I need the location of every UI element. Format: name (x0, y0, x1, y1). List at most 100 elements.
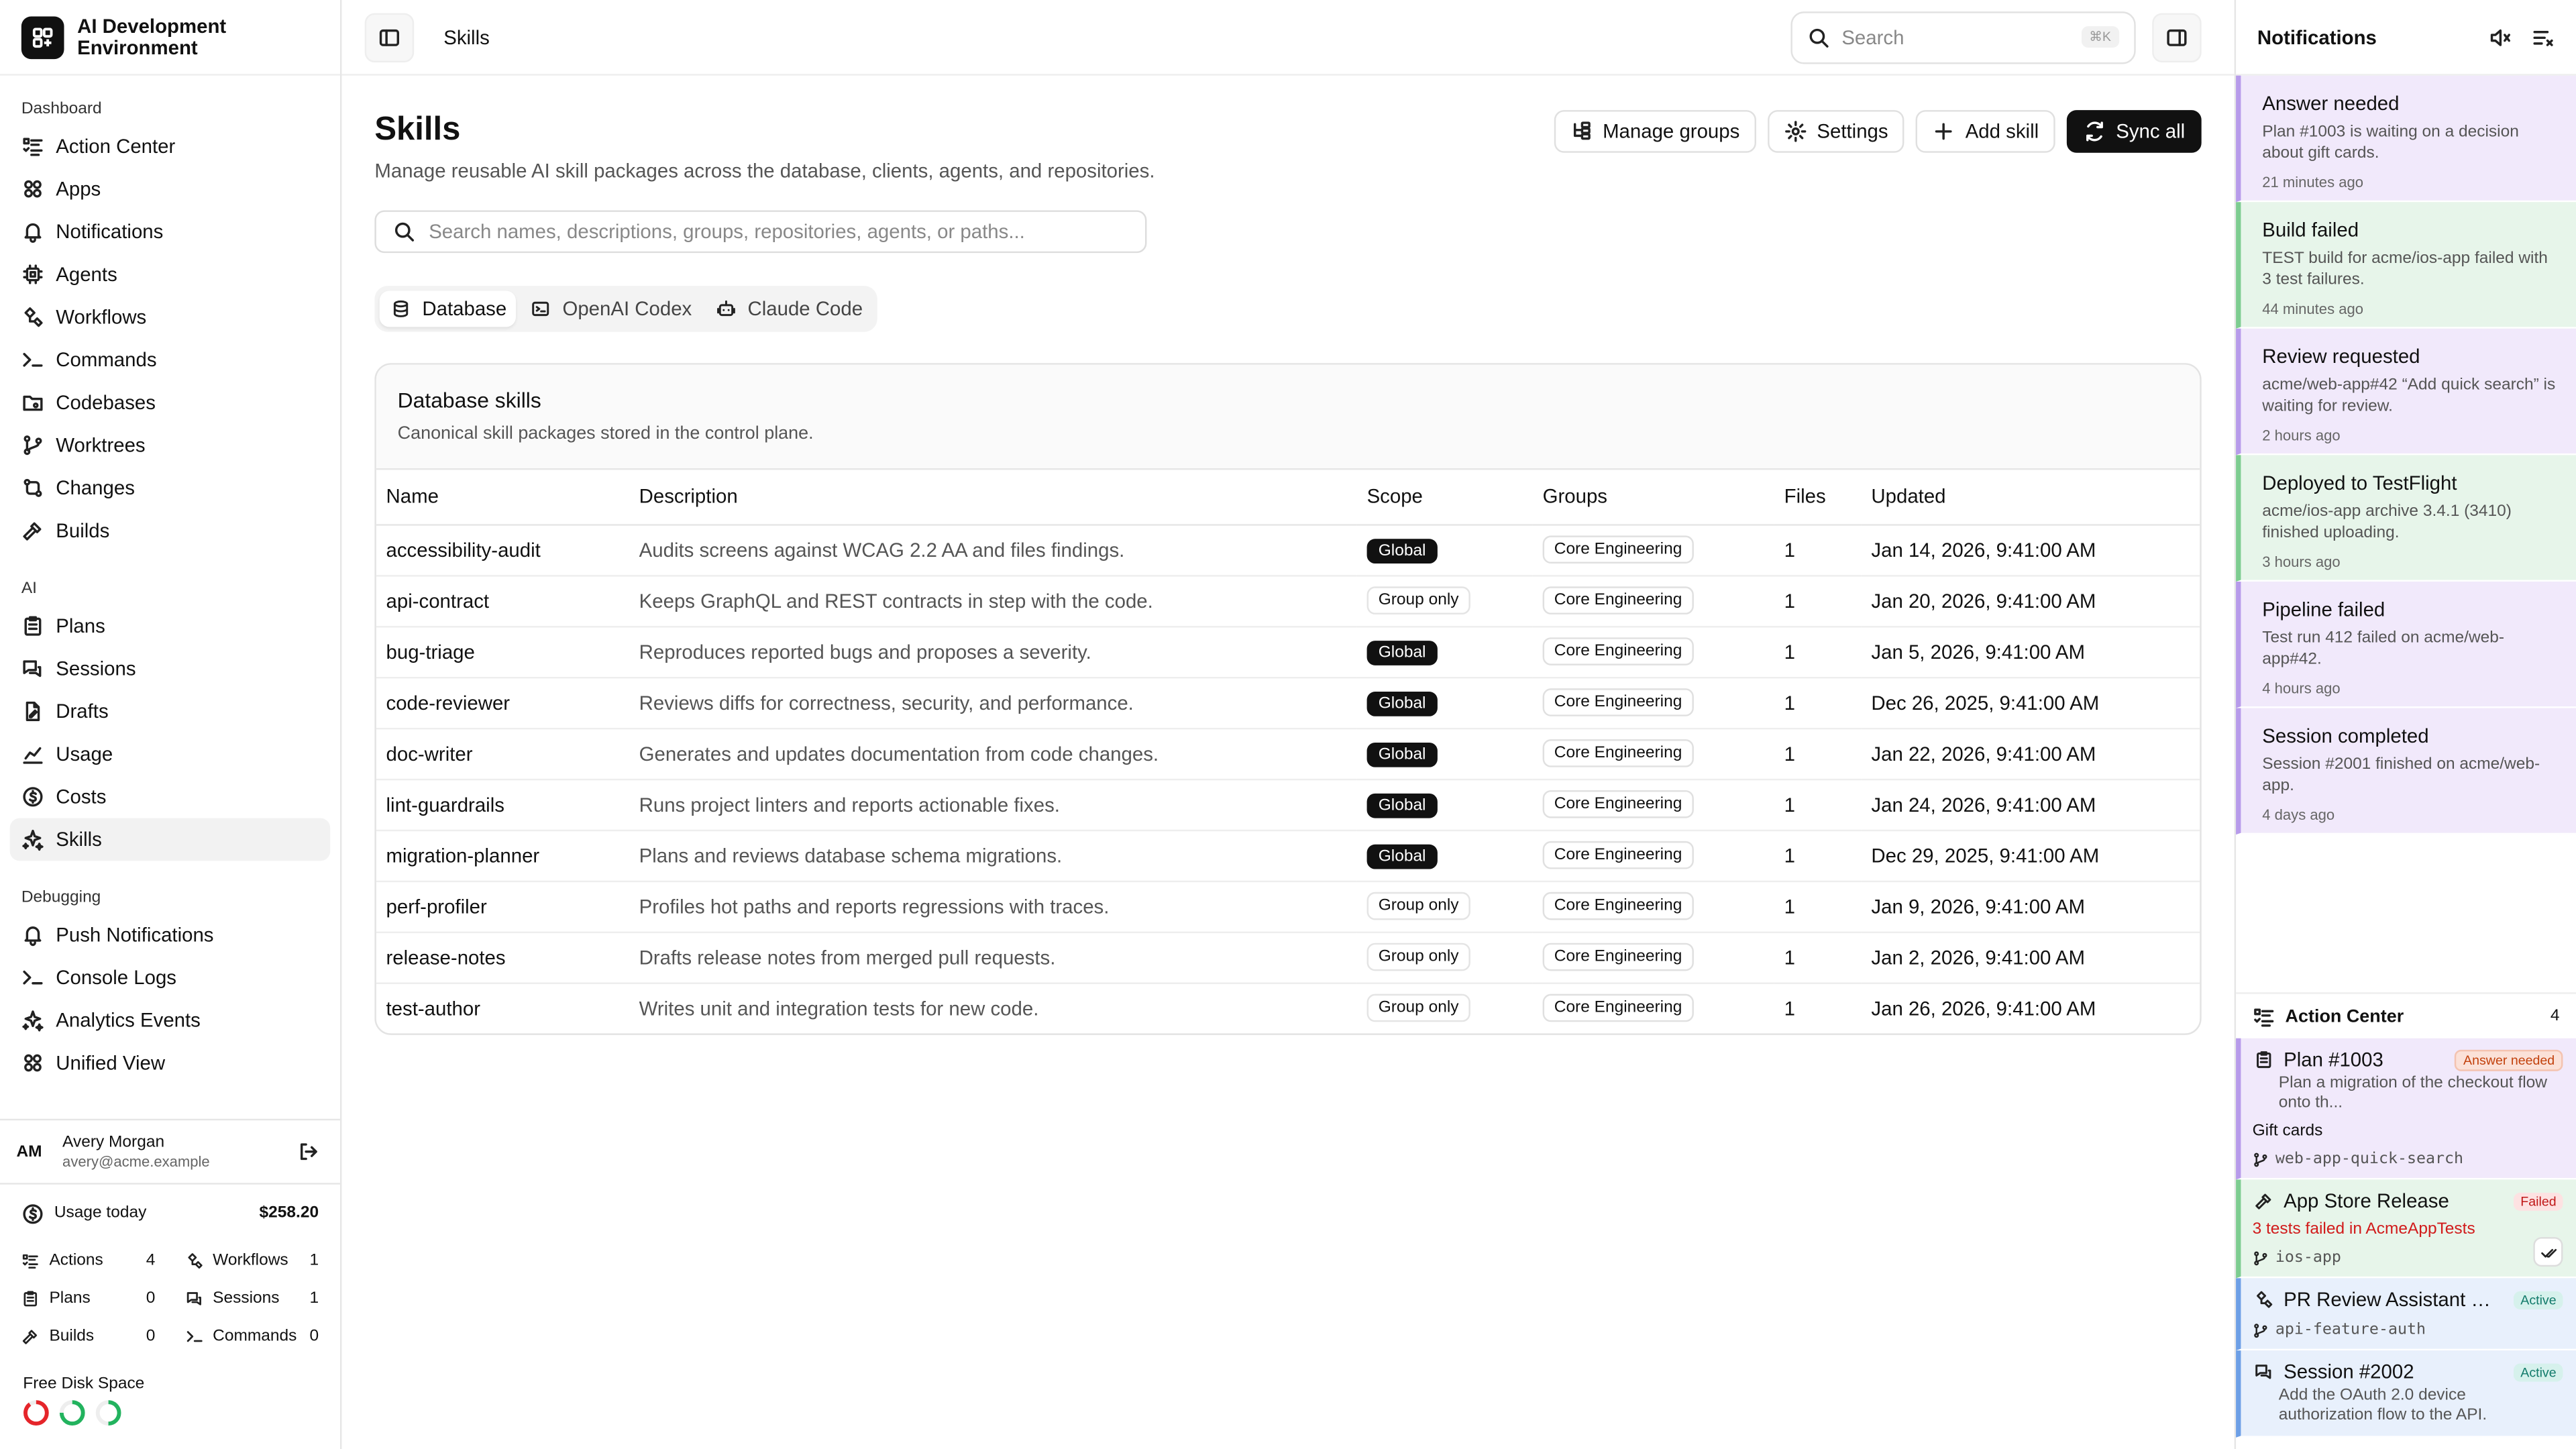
nav-group-dashboard: Dashboard Action Center Apps Notifications A… (0, 92, 340, 552)
skill-name[interactable]: bug-triage (376, 626, 629, 678)
sidebar-item-builds[interactable]: Builds (10, 509, 331, 552)
notifications-header: Notifications (2236, 0, 2576, 76)
table-row[interactable]: lint-guardrails Runs project linters and … (376, 778, 2200, 830)
bell-icon (21, 923, 44, 947)
sidebar-item-analytics-events[interactable]: Analytics Events (10, 999, 331, 1042)
sidebar-item-workflows[interactable]: Workflows (10, 296, 331, 339)
sidebar-item-skills[interactable]: Skills (9, 818, 331, 861)
stat-actions[interactable]: Actions 4 (21, 1242, 156, 1279)
skill-name[interactable]: code-reviewer (376, 676, 629, 729)
notification-item[interactable]: Review requested acme/web-app#42 “Add qui… (2236, 328, 2576, 455)
column-header-name[interactable]: Name (376, 470, 629, 525)
sidebar-item-plans[interactable]: Plans (10, 604, 331, 647)
settings-button[interactable]: Settings (1767, 110, 1905, 153)
skill-name[interactable]: doc-writer (376, 727, 629, 780)
notification-item[interactable]: Session completed Session #2001 finished … (2236, 708, 2576, 835)
workflow-icon (2253, 1288, 2275, 1311)
skill-description: Keeps GraphQL and REST contracts in step… (629, 575, 1357, 627)
sidebar-item-codebases[interactable]: Codebases (10, 381, 331, 424)
table-row[interactable]: release-notes Drafts release notes from m… (376, 931, 2200, 983)
clear-all-icon[interactable] (2532, 25, 2555, 48)
sidebar-item-apps[interactable]: Apps (10, 168, 331, 211)
stat-builds[interactable]: Builds 0 (21, 1318, 156, 1355)
skill-name[interactable]: lint-guardrails (376, 778, 629, 830)
table-row[interactable]: api-contract Keeps GraphQL and REST contr… (376, 575, 2200, 627)
notification-time: 4 days ago (2262, 806, 2335, 823)
sidebar-item-notifications[interactable]: Notifications (10, 210, 331, 253)
sparkles-icon (21, 828, 44, 851)
stat-commands[interactable]: Commands 0 (185, 1318, 319, 1355)
manage-groups-button[interactable]: Manage groups (1553, 110, 1756, 153)
table-row[interactable]: perf-profiler Profiles hot paths and repo… (376, 880, 2200, 932)
sidebar-item-sessions[interactable]: Sessions (10, 647, 331, 690)
toggle-sidebar-button[interactable] (364, 12, 415, 62)
stat-sessions[interactable]: Sessions 1 (185, 1280, 319, 1318)
group-badge: Core Engineering (1542, 841, 1694, 869)
sidebar-item-console-logs[interactable]: Console Logs (10, 956, 331, 999)
branch-name: ios-app (2275, 1248, 2341, 1267)
tab-database[interactable]: Database (379, 290, 517, 327)
notification-item[interactable]: Deployed to TestFlight acme/ios-app archi… (2236, 455, 2576, 582)
skill-files: 1 (1774, 524, 1862, 576)
skill-name[interactable]: perf-profiler (376, 880, 629, 932)
breadcrumb[interactable]: Skills (443, 25, 490, 48)
skill-groups-cell: Core Engineering (1532, 931, 1774, 983)
sidebar-item-agents[interactable]: Agents (10, 253, 331, 296)
skill-name[interactable]: accessibility-audit (376, 524, 629, 576)
table-row[interactable]: bug-triage Reproduces reported bugs and p… (376, 626, 2200, 678)
sidebar-item-commands[interactable]: Commands (10, 338, 331, 381)
stat-plans[interactable]: Plans 0 (21, 1280, 156, 1318)
mute-icon[interactable] (2489, 25, 2512, 48)
skill-name[interactable]: api-contract (376, 575, 629, 627)
table-row[interactable]: migration-planner Plans and reviews datab… (376, 829, 2200, 881)
sidebar-item-usage[interactable]: Usage (10, 733, 331, 775)
column-header-groups[interactable]: Groups (1532, 470, 1774, 525)
column-header-scope[interactable]: Scope (1356, 470, 1533, 525)
skill-description: Reproduces reported bugs and proposes a … (629, 626, 1357, 678)
skill-name[interactable]: test-author (376, 983, 629, 1034)
clipboard-icon (21, 1289, 40, 1307)
sidebar-item-worktrees[interactable]: Worktrees (10, 424, 331, 467)
sidebar-item-push-notifications[interactable]: Push Notifications (10, 914, 331, 957)
tab-openai-codex[interactable]: OpenAI Codex (520, 290, 702, 327)
table-row[interactable]: code-reviewer Reviews diffs for correctne… (376, 676, 2200, 729)
action-item[interactable]: Plan #1003 Answer needed Plan a migration … (2236, 1038, 2576, 1180)
stat-workflows[interactable]: Workflows 1 (185, 1242, 319, 1279)
table-row[interactable]: test-author Writes unit and integration t… (376, 983, 2200, 1034)
sync-all-button[interactable]: Sync all (2066, 110, 2202, 153)
notification-item[interactable]: Pipeline failed Test run 412 failed on ac… (2236, 581, 2576, 708)
action-center-header[interactable]: Action Center 4 (2236, 992, 2576, 1038)
skills-filter-input[interactable]: Search names, descriptions, groups, repo… (374, 210, 1147, 254)
sidebar-item-unified-view[interactable]: Unified View (10, 1042, 331, 1085)
messages-icon (185, 1289, 203, 1307)
skill-updated: Jan 2, 2026, 9:41:00 AM (1861, 931, 2200, 983)
logout-icon[interactable] (297, 1140, 320, 1163)
tab-claude-code[interactable]: Claude Code (705, 290, 873, 327)
topbar: Skills Search ⌘K (341, 0, 2235, 76)
skill-name[interactable]: migration-planner (376, 829, 629, 881)
notification-item[interactable]: Build failed TEST build for acme/ios-app … (2236, 202, 2576, 329)
sidebar-item-changes[interactable]: Changes (10, 467, 331, 510)
table-row[interactable]: doc-writer Generates and updates document… (376, 727, 2200, 780)
action-item[interactable]: App Store Release Failed 3 tests failed in… (2236, 1179, 2576, 1279)
source-tabs: Database OpenAI Codex Claude Code (374, 286, 878, 332)
action-item[interactable]: PR Review Assistant #4... Active api-featu… (2236, 1278, 2576, 1351)
column-header-files[interactable]: Files (1774, 470, 1862, 525)
skill-name[interactable]: release-notes (376, 931, 629, 983)
column-header-description[interactable]: Description (629, 470, 1357, 525)
table-row[interactable]: accessibility-audit Audits screens agains… (376, 524, 2200, 576)
action-item[interactable]: Session #2002 Active Add the OAuth 2.0 dev… (2236, 1350, 2576, 1438)
acknowledge-button[interactable] (2533, 1237, 2563, 1267)
brand[interactable]: AI Development Environment (0, 0, 340, 76)
toggle-notifications-button[interactable] (2152, 12, 2202, 62)
add-skill-button[interactable]: Add skill (1916, 110, 2055, 153)
sidebar-item-drafts[interactable]: Drafts (10, 690, 331, 733)
sidebar-item-action-center[interactable]: Action Center (10, 125, 331, 168)
sidebar-item-costs[interactable]: Costs (10, 775, 331, 818)
column-header-updated[interactable]: Updated (1861, 470, 2200, 525)
usage-today[interactable]: Usage today $258.20 (0, 1185, 340, 1242)
disk-ring-2 (59, 1400, 85, 1426)
scope-badge: Group only (1366, 586, 1470, 614)
notification-item[interactable]: Answer needed Plan #1003 is waiting on a … (2236, 75, 2576, 203)
global-search[interactable]: Search ⌘K (1790, 10, 2136, 64)
